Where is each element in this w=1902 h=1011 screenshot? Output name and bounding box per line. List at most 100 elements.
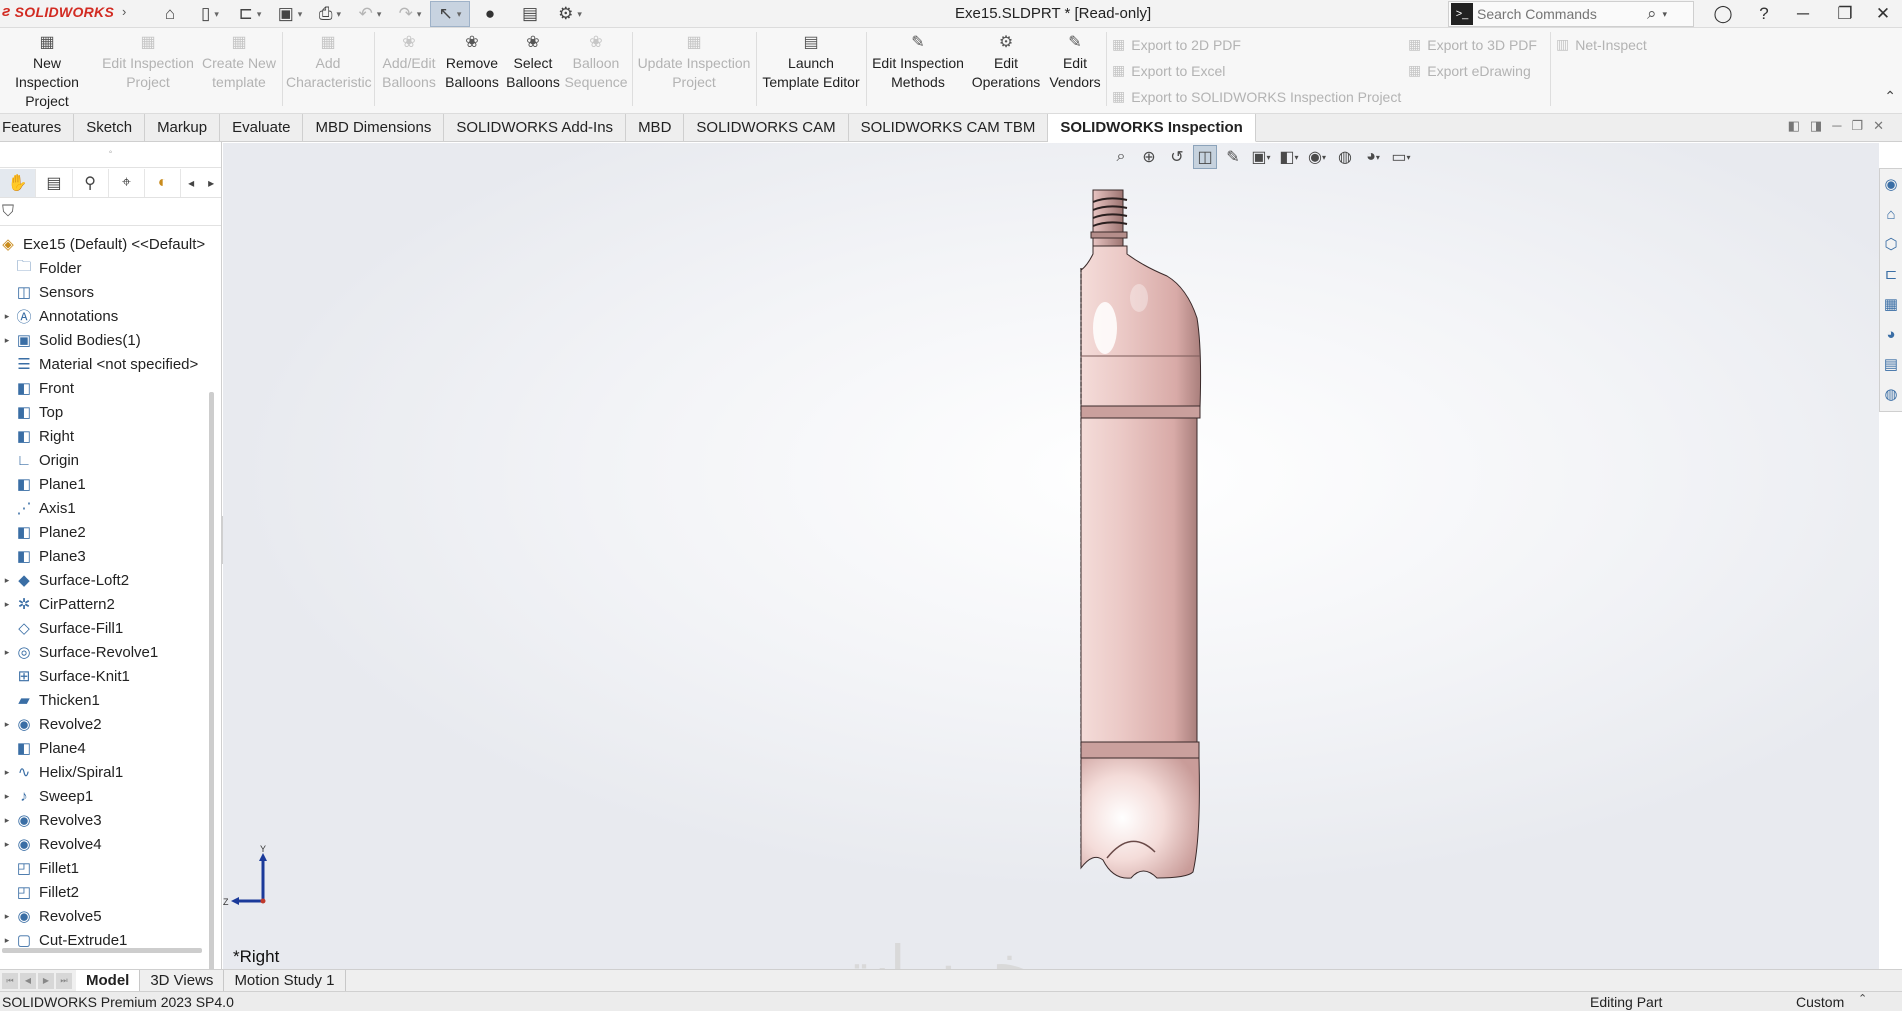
solidworks-forum-icon[interactable]: ◍ [1880, 379, 1902, 409]
unit-system[interactable]: Custom [1796, 994, 1844, 1010]
net-inspect-button[interactable]: ▥ Net-Inspect [1556, 36, 1647, 53]
solidworks-logo[interactable]: ƨ SOLIDWORKS [2, 3, 114, 20]
tree-item[interactable]: ▸ ∿ Helix/Spiral1 [0, 760, 210, 784]
tree-item[interactable]: ⋰ Axis1 [0, 496, 210, 520]
help-icon[interactable]: ? [1747, 2, 1781, 26]
create-new-template-button[interactable]: ▦ Create New template [200, 34, 278, 92]
remove-balloons-button[interactable]: ❀ Remove Balloons [442, 34, 502, 92]
tree-root-part[interactable]: ◈ Exe15 (Default) <<Default> [0, 232, 210, 256]
tab-mbd[interactable]: MBD [626, 114, 685, 142]
graphics-area[interactable]: ⌕ ⊕ ↺ ◫ ✎ ▣ ▾ ◧ ▾ ◉ ▾ ◍ ◕ ▾ ▭ ▾ Y Z *Rig… [223, 143, 1879, 969]
export-2d-pdf-button[interactable]: ▦ Export to 2D PDF [1112, 36, 1241, 53]
expand-arrow-icon[interactable]: ▸ [0, 599, 14, 610]
tree-item[interactable]: ▸ ✲ CirPattern2 [0, 592, 210, 616]
export-3d-pdf-button[interactable]: ▦ Export to 3D PDF [1408, 36, 1537, 53]
tree-vertical-scrollbar[interactable] [209, 392, 214, 969]
view-orientation-icon[interactable]: ▣ ▾ [1249, 145, 1273, 169]
tree-item[interactable]: ◧ Plane4 [0, 736, 210, 760]
bottom-tab-3d-views[interactable]: 3D Views [140, 969, 225, 992]
export-edrawing-button[interactable]: ▦ Export eDrawing [1408, 62, 1531, 79]
tree-item[interactable]: ▰ Thicken1 [0, 688, 210, 712]
redo-icon[interactable]: ↷ ▾ [390, 1, 430, 27]
add-characteristic-button[interactable]: ▦ Add Characteristic [286, 34, 372, 92]
save-icon[interactable]: ▣ ▾ [270, 1, 310, 27]
tree-item[interactable]: ◧ Plane1 [0, 472, 210, 496]
doc-close-icon[interactable]: ✕ [1873, 118, 1884, 134]
tree-item[interactable]: ⊞ Surface-Knit1 [0, 664, 210, 688]
expand-arrow-icon[interactable]: ▸ [0, 575, 14, 586]
collapse-ribbon-icon[interactable]: ⌃ [1884, 88, 1896, 105]
tab-solidworks-inspection[interactable]: SOLIDWORKS Inspection [1048, 114, 1256, 142]
tab-solidworks-cam-tbm[interactable]: SOLIDWORKS CAM TBM [849, 114, 1049, 142]
doc-restore-icon[interactable]: ❐ [1851, 118, 1863, 134]
view-settings-icon[interactable]: ▭ ▾ [1389, 145, 1413, 169]
rebuild-traffic-light-icon[interactable]: ● [470, 1, 510, 27]
tree-item[interactable]: ◧ Front [0, 376, 210, 400]
last-tab-icon[interactable]: ⏭ [56, 972, 72, 989]
balloon-sequence-button[interactable]: ❀ Balloon Sequence [564, 34, 628, 92]
tabs-scroll-left-icon[interactable]: ◂ [181, 169, 201, 197]
dynamic-annotation-views-icon[interactable]: ✎ [1221, 145, 1245, 169]
tree-item[interactable]: ◫ Sensors [0, 280, 210, 304]
display-style-icon[interactable]: ◧ ▾ [1277, 145, 1301, 169]
tile-right-icon[interactable]: ◨ [1810, 118, 1822, 134]
bottom-tab-model[interactable]: Model [76, 969, 141, 992]
tree-item[interactable]: ▸ ◆ Surface-Loft2 [0, 568, 210, 592]
expand-arrow-icon[interactable]: ▸ [0, 935, 14, 946]
tree-item[interactable]: ◧ Top [0, 400, 210, 424]
expand-arrow-icon[interactable]: ▸ [0, 911, 14, 922]
restore-icon[interactable]: ❐ [1828, 2, 1862, 26]
expand-arrow-icon[interactable]: ▸ [0, 647, 14, 658]
open-folder-icon[interactable]: ⊏ ▾ [230, 1, 270, 27]
appearances-icon[interactable]: ◕ [1880, 319, 1902, 349]
tab-mbd-dimensions[interactable]: MBD Dimensions [303, 114, 445, 142]
tree-item[interactable]: 🗀 Folder [0, 256, 210, 280]
prev-tab-icon[interactable]: ◀ [20, 972, 36, 989]
zoom-to-fit-icon[interactable]: ⌕ [1109, 145, 1133, 169]
section-view-icon[interactable]: ◫ [1193, 145, 1217, 169]
edit-operations-button[interactable]: ⚙ Edit Operations [970, 34, 1042, 92]
menu-expand-arrow-icon[interactable]: › [122, 4, 126, 19]
tree-item[interactable]: ▸ ◉ Revolve2 [0, 712, 210, 736]
tree-horizontal-scrollbar[interactable] [2, 948, 202, 953]
tile-left-icon[interactable]: ◧ [1788, 118, 1800, 134]
tree-item[interactable]: ◰ Fillet2 [0, 880, 210, 904]
tab-sketch[interactable]: Sketch [74, 114, 146, 142]
options-gear-icon[interactable]: ⚙ ▾ [550, 1, 590, 27]
expand-arrow-icon[interactable]: ▸ [0, 311, 14, 322]
tab-solidworks-cam[interactable]: SOLIDWORKS CAM [684, 114, 849, 142]
account-icon[interactable]: ◯ [1706, 2, 1740, 26]
next-tab-icon[interactable]: ▶ [38, 972, 54, 989]
tree-item[interactable]: ☰ Material <not specified> [0, 352, 210, 376]
tree-item[interactable]: ▸ ◉ Revolve4 [0, 832, 210, 856]
display-manager-tab-icon[interactable]: ◐ [145, 168, 182, 197]
tree-item[interactable]: ◇ Surface-Fill1 [0, 616, 210, 640]
tree-item[interactable]: ◧ Right [0, 424, 210, 448]
property-manager-tab-icon[interactable]: ▤ [36, 168, 73, 197]
undo-icon[interactable]: ↶ ▾ [350, 1, 390, 27]
3d-content-central-icon[interactable]: ⬡ [1880, 229, 1902, 259]
expand-arrow-icon[interactable]: ▸ [0, 791, 14, 802]
feature-manager-tab-icon[interactable]: ✋ [0, 168, 37, 197]
tree-item[interactable]: ◧ Plane2 [0, 520, 210, 544]
tab-features[interactable]: Features [0, 114, 75, 142]
print-icon[interactable]: ⎙ ▾ [310, 1, 350, 27]
tree-item[interactable]: ▸ Ⓐ Annotations [0, 304, 210, 328]
apply-scene-icon[interactable]: ◕ ▾ [1361, 145, 1385, 169]
tab-solidworks-add-ins[interactable]: SOLIDWORKS Add-Ins [444, 114, 627, 142]
file-explorer-icon[interactable]: ▦ [1880, 289, 1902, 319]
expand-arrow-icon[interactable]: ▸ [0, 719, 14, 730]
edit-appearance-icon[interactable]: ◍ [1333, 145, 1357, 169]
tree-item[interactable]: ∟ Origin [0, 448, 210, 472]
select-balloons-button[interactable]: ❀ Select Balloons [504, 34, 562, 92]
hide-show-items-icon[interactable]: ◉ ▾ [1305, 145, 1329, 169]
edit-inspection-methods-button[interactable]: ✎ Edit Inspection Methods [870, 34, 966, 92]
tab-markup[interactable]: Markup [145, 114, 221, 142]
minimize-icon[interactable]: ─ [1786, 2, 1820, 26]
expand-arrow-icon[interactable]: ▸ [0, 815, 14, 826]
custom-properties-icon[interactable]: ▤ [1880, 349, 1902, 379]
new-inspection-project-button[interactable]: ▦ New Inspection Project [0, 34, 94, 111]
panel-drag-handle[interactable]: ◦ [0, 142, 221, 168]
home-task-icon[interactable]: ⌂ [1880, 199, 1902, 229]
bottom-tab-motion-study-1[interactable]: Motion Study 1 [224, 969, 346, 992]
